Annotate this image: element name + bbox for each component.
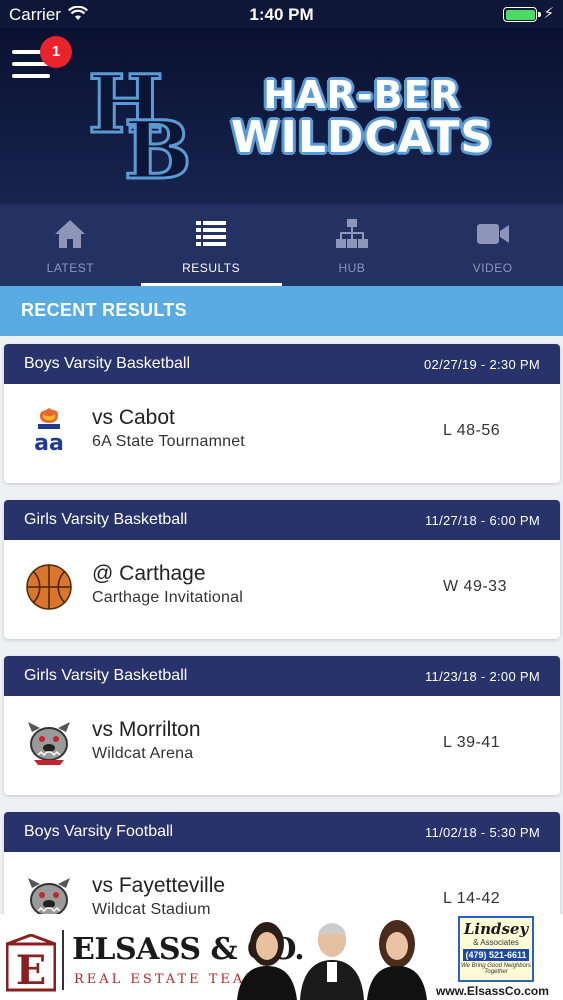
- game-score: W 49-33: [443, 578, 507, 595]
- team-name-logo: HAR-BER WILDCATS: [212, 76, 512, 160]
- basketball-icon: [26, 564, 72, 610]
- partner-name: Lindsey: [463, 920, 529, 938]
- svg-text:E: E: [16, 947, 47, 992]
- video-camera-icon: [476, 224, 509, 244]
- venue-name: Carthage Invitational: [92, 589, 243, 606]
- status-bar: Carrier 1:40 PM ⚡: [0, 0, 563, 28]
- result-card[interactable]: Girls Varsity Basketball 11/27/18 - 6:00…: [4, 500, 560, 639]
- partner-motto: We Bring Good Neighbors Together: [461, 963, 531, 975]
- results-list: Boys Varsity Basketball 02/27/19 - 2:30 …: [0, 336, 563, 914]
- tab-hub[interactable]: HUB: [282, 204, 423, 286]
- ad-url: www.ElsassCo.com: [436, 984, 549, 998]
- game-datetime: 11/02/18 - 5:30 PM: [424, 824, 540, 840]
- tab-bar: LATEST RESULTS HUB VIDEO: [0, 204, 563, 286]
- status-time: 1:40 PM: [249, 5, 314, 24]
- tab-latest[interactable]: LATEST: [0, 204, 141, 286]
- tab-label: VIDEO: [472, 261, 513, 275]
- opponent-name: vs Morrilton: [92, 718, 201, 741]
- bulldog-logo: [28, 878, 70, 914]
- ad-banner[interactable]: E ELSASS & CO. REAL ESTATE TEAM Lindsey …: [0, 914, 563, 1000]
- notification-badge[interactable]: 1: [40, 36, 72, 68]
- game-datetime: 11/23/18 - 2:00 PM: [424, 668, 540, 684]
- result-header: Girls Varsity Basketball 11/27/18 - 6:00…: [4, 500, 560, 540]
- game-datetime: 02/27/19 - 2:30 PM: [424, 356, 540, 372]
- game-score: L 48-56: [443, 422, 501, 439]
- sport-name: Girls Varsity Basketball: [24, 511, 188, 528]
- venue-name: 6A State Tournamnet: [92, 433, 245, 450]
- agents-photo: [237, 920, 427, 1000]
- svg-text:B: B: [124, 103, 192, 184]
- partner-sub: & Associates: [473, 938, 519, 947]
- game-score: L 39-41: [443, 734, 501, 751]
- logo-line2: WILDCATS: [230, 112, 494, 163]
- elsass-logo: E: [6, 934, 56, 992]
- venue-name: Wildcat Stadium: [92, 901, 211, 914]
- tab-results[interactable]: RESULTS: [140, 204, 282, 286]
- result-card[interactable]: Boys Varsity Football 11/02/18 - 5:30 PM…: [4, 812, 560, 914]
- tab-label: LATEST: [46, 261, 95, 275]
- tab-label: HUB: [338, 261, 366, 275]
- section-title: RECENT RESULTS: [0, 286, 563, 336]
- venue-name: Wildcat Arena: [92, 745, 194, 762]
- bulldog-logo: [28, 722, 70, 765]
- result-header: Girls Varsity Basketball 11/23/18 - 2:00…: [4, 656, 560, 696]
- result-card[interactable]: Girls Varsity Basketball 11/23/18 - 2:00…: [4, 656, 560, 795]
- partner-phone: (479) 521-6611: [463, 949, 529, 961]
- tab-label: RESULTS: [182, 261, 241, 275]
- game-datetime: 11/27/18 - 6:00 PM: [424, 512, 540, 528]
- logo-line1: HAR-BER: [263, 73, 461, 117]
- hb-monogram-logo: H B: [87, 56, 194, 185]
- aaa-logo: aa: [34, 408, 64, 456]
- home-icon: [55, 220, 86, 248]
- sport-name: Girls Varsity Basketball: [24, 667, 188, 684]
- sport-name: Boys Varsity Football: [24, 823, 174, 840]
- result-card[interactable]: Boys Varsity Basketball 02/27/19 - 2:30 …: [4, 344, 560, 483]
- tab-video[interactable]: VIDEO: [422, 204, 563, 286]
- result-header: Boys Varsity Football 11/02/18 - 5:30 PM: [4, 812, 560, 852]
- result-header: Boys Varsity Basketball 02/27/19 - 2:30 …: [4, 344, 560, 384]
- opponent-name: vs Cabot: [92, 406, 175, 429]
- list-icon: [196, 221, 227, 246]
- sport-name: Boys Varsity Basketball: [24, 355, 190, 372]
- charging-icon: ⚡: [543, 5, 554, 22]
- lindsey-logo: Lindsey & Associates (479) 521-6611 We B…: [458, 916, 534, 982]
- svg-text:aa: aa: [34, 431, 64, 456]
- game-score: L 14-42: [443, 890, 501, 907]
- opponent-name: @ Carthage: [92, 562, 206, 585]
- app-header: 1 H B HAR-BER WILDCATS: [0, 28, 563, 204]
- battery-icon: [503, 7, 541, 22]
- opponent-name: vs Fayetteville: [92, 874, 226, 897]
- hierarchy-icon: [335, 219, 368, 248]
- ad-divider: [62, 930, 64, 990]
